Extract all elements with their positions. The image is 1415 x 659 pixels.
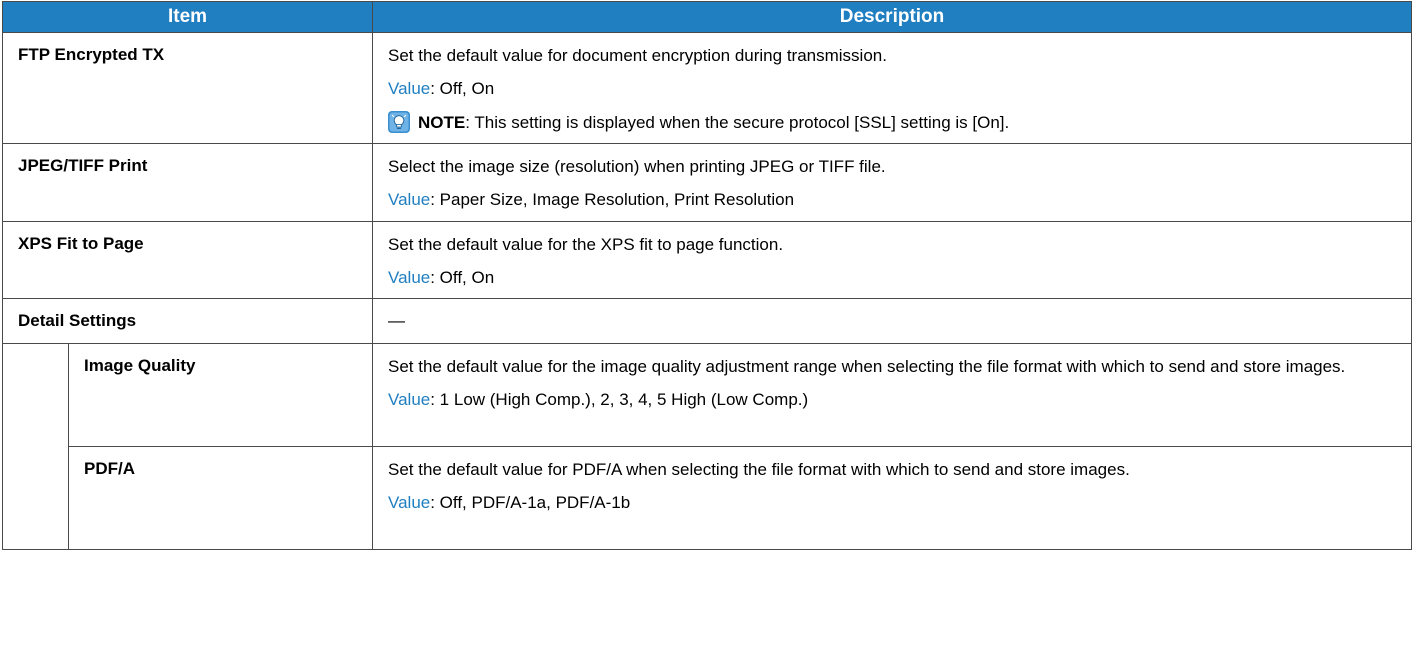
description-text: Set the default value for PDF/A when sel… — [388, 460, 1130, 479]
value-line: Value: 1 Low (High Comp.), 2, 3, 4, 5 Hi… — [388, 389, 1391, 410]
description-text: Set the default value for the XPS fit to… — [388, 235, 784, 254]
item-name: JPEG/TIFF Print — [1, 143, 374, 222]
table-row: Detail Settings — — [1, 298, 1413, 344]
value-label: Value — [388, 268, 431, 287]
table-row: XPS Fit to Page Set the default value fo… — [1, 221, 1413, 299]
item-name: FTP Encrypted TX — [1, 32, 374, 144]
indent-cell — [2, 446, 69, 550]
item-description-cell: Set the default value for the XPS fit to… — [372, 221, 1413, 299]
value-text: : Off, On — [430, 268, 495, 287]
value-line: Value: Off, On — [388, 267, 1391, 288]
item-description-cell: Set the default value for document encry… — [372, 32, 1413, 144]
description-text: Select the image size (resolution) when … — [388, 157, 886, 176]
table-sub-row: PDF/A Set the default value for PDF/A wh… — [2, 446, 1413, 550]
value-line: Value: Paper Size, Image Resolution, Pri… — [388, 189, 1391, 210]
table-header-row: Item Description — [1, 1, 1413, 33]
note-label: NOTE — [418, 112, 466, 132]
table-row: JPEG/TIFF Print Select the image size (r… — [1, 143, 1413, 222]
item-name: Detail Settings — [1, 298, 374, 344]
indent-cell — [2, 343, 69, 447]
description-text: Set the default value for document encry… — [388, 46, 887, 65]
value-text: : Off, On — [430, 79, 495, 98]
note-text: : This setting is displayed when the sec… — [465, 112, 1010, 132]
value-label: Value — [388, 79, 431, 98]
value-line: Value: Off, PDF/A-1a, PDF/A-1b — [388, 492, 1391, 513]
column-header-description: Description — [372, 1, 1413, 33]
column-header-item: Item — [1, 1, 374, 33]
value-text: : Off, PDF/A-1a, PDF/A-1b — [430, 493, 631, 512]
item-description-cell: Set the default value for PDF/A when sel… — [372, 446, 1413, 550]
value-label: Value — [388, 493, 431, 512]
item-description-dash: — — [372, 298, 1413, 344]
item-description-cell: Set the default value for the image qual… — [372, 343, 1413, 447]
value-text: : 1 Low (High Comp.), 2, 3, 4, 5 High (L… — [430, 390, 809, 409]
note-line: NOTE: This setting is displayed when the… — [388, 111, 1391, 133]
note-lightbulb-icon — [388, 111, 411, 133]
description-text: Set the default value for the image qual… — [388, 357, 1346, 376]
value-label: Value — [388, 390, 431, 409]
settings-table: Item Description FTP Encrypted TX Set th… — [1, 1, 1413, 550]
value-text: : Paper Size, Image Resolution, Print Re… — [430, 190, 795, 209]
value-label: Value — [388, 190, 431, 209]
table-sub-row: Image Quality Set the default value for … — [2, 343, 1413, 447]
item-name: XPS Fit to Page — [1, 221, 374, 299]
sub-item-name: Image Quality — [67, 343, 374, 447]
table-row: FTP Encrypted TX Set the default value f… — [1, 32, 1413, 144]
item-description-cell: Select the image size (resolution) when … — [372, 143, 1413, 222]
sub-item-name: PDF/A — [67, 446, 374, 550]
value-line: Value: Off, On — [388, 78, 1391, 99]
